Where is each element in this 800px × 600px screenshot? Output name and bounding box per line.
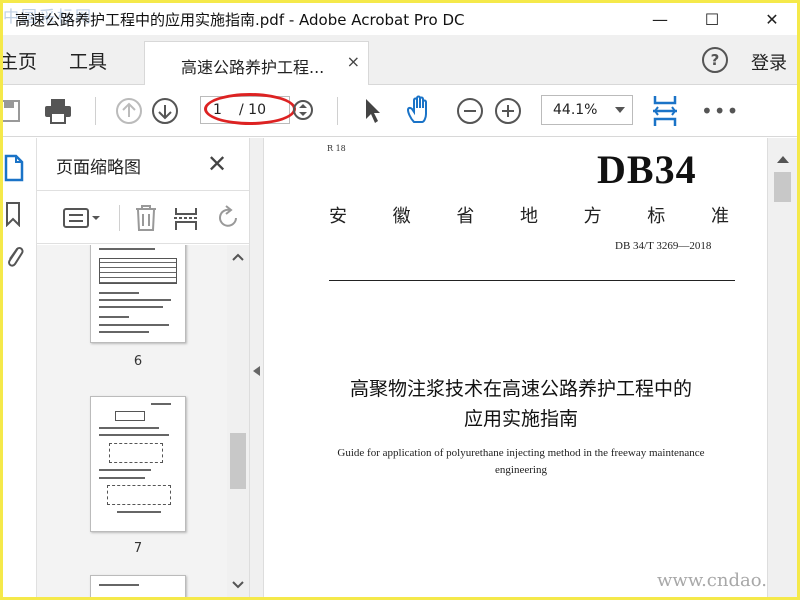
thumb-text-line [99,331,149,333]
doc-title-line2: 应用实施指南 [463,408,578,430]
select-tool-icon[interactable] [359,96,385,126]
thumb-text-line [99,248,155,250]
tab-document[interactable]: 高速公路养护工程... × [144,41,369,85]
scroll-up-icon [232,253,244,261]
maximize-button[interactable]: ☐ [689,3,735,35]
thumbnail-options-icon[interactable] [61,205,103,231]
zoom-in-icon[interactable] [493,96,523,126]
page-stepper-icon[interactable] [291,98,315,122]
thumbnail-page[interactable] [90,396,186,532]
tab-bar: 主页 工具 高速公路养护工程... × ? 登录 [3,35,797,85]
doc-divider [329,280,735,281]
document-view[interactable]: R 18 DB34 安 徽 省 地 方 标 准 DB 34/T 3269—201… [265,138,767,597]
document-scrollbar[interactable] [767,138,797,597]
chevron-down-icon [615,107,625,113]
doc-classification-code: R 18 [327,144,346,153]
scroll-up-icon[interactable] [777,156,789,163]
fit-page-icon[interactable] [651,93,679,129]
extract-page-icon[interactable] [173,203,199,233]
toolbar-separator [95,97,96,125]
panel-splitter[interactable] [249,138,264,597]
page-thumbnails-icon[interactable] [3,154,25,182]
doc-english-title-line2: engineering [495,464,547,476]
scroll-down-icon [232,581,244,589]
thumb-text-line [99,324,169,326]
title-bar: 中国采标网 高速公路养护工程中的应用实施指南.pdf - Adobe Acrob… [3,3,797,35]
thumb-text-line [99,292,139,294]
thumb-text-line [99,427,159,429]
thumb-table [99,258,177,284]
help-icon[interactable]: ? [702,47,728,73]
delete-page-icon[interactable] [133,203,159,233]
close-window-button[interactable]: ✕ [749,3,795,35]
doc-province-char: 标 [647,206,666,227]
doc-province-char: 准 [710,206,729,227]
next-page-icon[interactable] [150,96,180,126]
panel-title: 页面缩略图 [56,158,141,178]
thumb-text-line [151,403,171,405]
thumb-text-line [99,299,171,301]
thumbnail-list[interactable]: 6 7 [37,245,227,597]
doc-province-char: 方 [583,206,602,227]
doc-title-line1: 高聚物注浆技术在高速公路养护工程中的 [349,378,692,400]
bookmarks-icon[interactable] [3,200,23,228]
toolbar-separator [337,97,338,125]
thumb-figure [107,485,171,505]
zoom-out-icon[interactable] [455,96,485,126]
thumb-text-line [99,584,139,586]
thumb-text-line [99,434,169,436]
zoom-level-value: 44.1% [553,102,598,118]
panel-toolbar [37,190,249,244]
thumb-figure [109,443,163,463]
thumbnail-scrollbar[interactable] [227,245,249,597]
thumb-text-line [117,511,161,513]
thumb-text-line [99,477,145,479]
collapse-panel-icon[interactable] [253,366,260,376]
minimize-button[interactable]: — [637,3,683,35]
hand-tool-icon[interactable] [403,93,437,127]
doc-standard-number: DB 34/T 3269—2018 [615,240,712,252]
panel-separator [119,205,120,231]
previous-page-icon[interactable] [114,96,144,126]
doc-province-char: 省 [456,206,475,227]
thumbnails-panel: 页面缩略图 ✕ 6 7 [37,138,249,597]
tab-home[interactable]: 主页 [3,47,37,74]
doc-province-standard: 安 徽 省 地 方 标 准 [329,202,729,228]
watermark-bottom-right: www.cndao.com [657,570,767,591]
doc-province-char: 地 [519,206,538,227]
tab-close-icon[interactable]: × [347,52,360,71]
attachments-icon[interactable] [3,242,25,270]
annotation-red-oval [204,93,296,125]
thumb-text-line [99,306,163,308]
tab-tools[interactable]: 工具 [69,47,107,74]
print-icon[interactable] [42,95,74,127]
doc-province-char: 安 [329,206,347,227]
login-button[interactable]: 登录 [751,49,787,75]
doc-english-title-line1: Guide for application of polyurethane in… [337,447,705,459]
tab-document-label: 高速公路养护工程... [181,58,325,77]
thumb-text-line [99,469,151,471]
panel-close-icon[interactable]: ✕ [207,150,227,178]
thumbnail-page-label: 6 [133,354,143,369]
save-icon[interactable] [3,97,23,125]
app-frame: 中国采标网 高速公路养护工程中的应用实施指南.pdf - Adobe Acrob… [3,3,797,597]
doc-db34-heading: DB34 [597,147,697,192]
rotate-page-icon[interactable] [215,203,241,233]
more-tools-icon[interactable]: ••• [701,99,739,123]
thumb-figure [115,411,145,421]
zoom-level-select[interactable]: 44.1% [541,95,633,125]
toolbar: 1 / 10 44.1% ••• [3,85,797,137]
window-title: 高速公路养护工程中的应用实施指南.pdf - Adobe Acrobat Pro… [15,11,465,29]
scrollbar-thumb[interactable] [230,433,246,489]
left-nav-strip [3,138,37,597]
thumbnail-page-label: 7 [133,541,143,556]
doc-province-char: 徽 [392,206,411,227]
thumb-text-line [99,316,129,318]
thumbnail-page[interactable] [90,245,186,343]
scrollbar-thumb[interactable] [774,172,791,202]
thumbnail-page[interactable] [90,575,186,597]
